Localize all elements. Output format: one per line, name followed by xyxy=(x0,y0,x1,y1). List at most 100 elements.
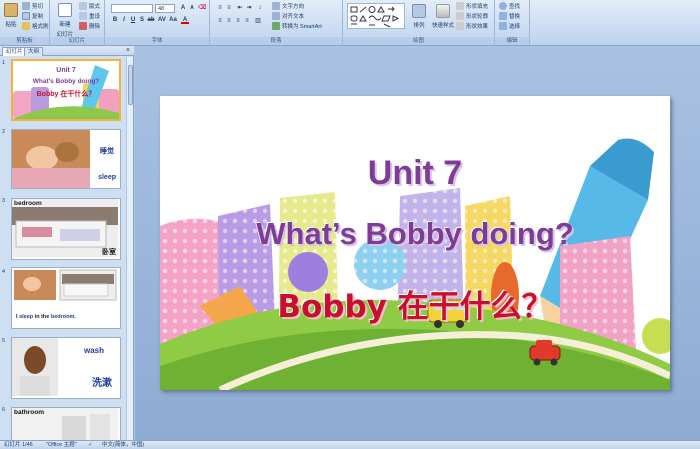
font-name-box[interactable] xyxy=(111,4,153,13)
copy-icon xyxy=(22,12,30,20)
replace-button[interactable]: 替换 xyxy=(499,12,520,20)
align-text-button[interactable]: 对齐文本 xyxy=(272,12,304,20)
paste-icon xyxy=(4,3,18,17)
slide-question[interactable]: What’s Bobby doing? xyxy=(160,216,670,252)
thumb-5-english: wash xyxy=(83,346,104,355)
slide-number: 6 xyxy=(2,407,6,413)
line-spacing-button[interactable]: ↕ xyxy=(256,4,264,12)
slide-number: 2 xyxy=(2,129,6,135)
smartart-button[interactable]: 转换为 SmartArt xyxy=(272,22,322,30)
drawing-group-label: 绘图 xyxy=(343,37,494,45)
font-group-label: 字体 xyxy=(105,37,209,45)
font-size-box[interactable]: 48 xyxy=(155,4,175,13)
shadow-button[interactable]: S xyxy=(138,16,146,24)
thumb-1-title: Unit 7 xyxy=(56,67,76,74)
text-direction-button[interactable]: 文字方向 xyxy=(272,2,304,10)
underline-button[interactable]: U xyxy=(129,16,137,24)
theme-name: "Office 主题" xyxy=(46,442,77,448)
select-icon xyxy=(499,22,507,30)
thumbnail-list: 1 Unit 7 What's Bobby doing? Bobby 在干什么？… xyxy=(0,57,126,440)
find-button[interactable]: 查找 xyxy=(499,2,520,10)
close-icon[interactable]: × xyxy=(126,46,130,56)
spacing-button[interactable]: AV xyxy=(158,16,166,24)
slide-thumb-2[interactable]: 睡觉 sleep xyxy=(11,129,121,189)
spellcheck-icon[interactable]: ✓ xyxy=(88,441,93,449)
align-left-button[interactable]: ≡ xyxy=(216,17,224,25)
editing-group: 查找 替换 选择 编辑 xyxy=(495,0,530,46)
fill-icon xyxy=(456,2,464,10)
slide-canvas: Unit 7 What’s Bobby doing? Bobby 在干什么？ xyxy=(135,46,700,440)
new-slide-icon xyxy=(58,3,72,17)
layout-icon xyxy=(79,2,87,10)
slide-number: 3 xyxy=(2,198,6,204)
thumb-5-chinese: 洗漱 xyxy=(92,378,112,389)
paragraph-group: ≡ ≡ ⇤ ⇥ ↕ ≡ ≡ ≡ ≡ ▥ 文字方向 对齐文本 转换为 SmartA… xyxy=(210,0,343,46)
slide-title[interactable]: Unit 7 xyxy=(160,154,670,193)
tab-outline[interactable]: 大纲 xyxy=(24,47,44,56)
arrange-icon xyxy=(412,4,426,18)
panel-scrollbar[interactable] xyxy=(126,57,133,440)
justify-button[interactable]: ≡ xyxy=(243,17,251,25)
text-direction-icon xyxy=(272,2,280,10)
format-painter-button[interactable]: 格式刷 xyxy=(22,22,49,30)
grow-font-button[interactable]: A xyxy=(179,4,187,12)
slide-number: 4 xyxy=(2,269,6,275)
font-color-button[interactable]: A xyxy=(181,16,189,24)
drawing-group: 排列 快速样式 形状填充 形状轮廓 形状效果 绘图 xyxy=(343,0,495,46)
editing-group-label: 编辑 xyxy=(495,37,529,45)
delete-slide-button[interactable]: 删除 xyxy=(79,22,100,30)
clipboard-group: 粘贴 剪切 复制 格式刷 剪贴板 xyxy=(0,0,50,46)
case-button[interactable]: Aa xyxy=(169,16,177,24)
layout-button[interactable]: 版式 xyxy=(79,2,100,10)
slide-thumb-6[interactable]: bathroom xyxy=(11,407,121,440)
bold-button[interactable]: B xyxy=(111,16,119,24)
thumb-2-chinese: 睡觉 xyxy=(100,148,114,155)
cut-button[interactable]: 剪切 xyxy=(22,2,43,10)
shape-outline-button[interactable]: 形状轮廓 xyxy=(456,12,488,20)
increase-indent-button[interactable]: ⇥ xyxy=(245,4,253,12)
shrink-font-button[interactable]: A xyxy=(188,4,196,12)
align-right-button[interactable]: ≡ xyxy=(234,17,242,25)
sleep-bedroom-photos xyxy=(14,269,117,301)
columns-button[interactable]: ▥ xyxy=(254,17,262,25)
current-slide[interactable]: Unit 7 What’s Bobby doing? Bobby 在干什么？ xyxy=(160,96,670,390)
align-text-icon xyxy=(272,12,280,20)
shape-effects-button[interactable]: 形状效果 xyxy=(456,22,488,30)
quick-styles-button[interactable]: 快速样式 xyxy=(431,4,455,29)
new-slide-button[interactable]: 新建 幻灯片 xyxy=(54,3,76,38)
reset-icon xyxy=(79,12,87,20)
reset-button[interactable]: 重设 xyxy=(79,12,100,20)
slide-thumb-1[interactable]: Unit 7 What's Bobby doing? Bobby 在干什么？ xyxy=(11,59,121,121)
scrollbar-thumb[interactable] xyxy=(128,65,133,105)
paragraph-group-label: 段落 xyxy=(210,37,342,45)
effects-icon xyxy=(456,22,464,30)
italic-button[interactable]: I xyxy=(120,16,128,24)
find-icon xyxy=(499,2,507,10)
replace-icon xyxy=(499,12,507,20)
thumb-2-english: sleep xyxy=(98,174,116,181)
washing-man-photo xyxy=(12,338,58,396)
paste-button[interactable]: 粘贴 xyxy=(3,3,19,28)
copy-button[interactable]: 复制 xyxy=(22,12,43,20)
bullets-button[interactable]: ≡ xyxy=(216,4,224,12)
arrange-button[interactable]: 排列 xyxy=(410,4,428,29)
slide-chinese-question[interactable]: Bobby 在干什么？ xyxy=(160,281,670,326)
slide-thumb-5[interactable]: wash 洗漱 xyxy=(11,337,121,399)
shapes-gallery[interactable] xyxy=(347,3,405,29)
align-center-button[interactable]: ≡ xyxy=(225,17,233,25)
clear-format-button[interactable]: ⌫ xyxy=(198,4,206,12)
thumb-6-english: bathroom xyxy=(14,409,44,416)
slide-number: 5 xyxy=(2,338,6,344)
strikethrough-button[interactable]: ab xyxy=(147,16,155,24)
select-button[interactable]: 选择 xyxy=(499,22,520,30)
language-indicator[interactable]: 中文(简体，中国) xyxy=(102,441,144,449)
clipboard-group-label: 剪贴板 xyxy=(0,37,49,45)
tab-slides[interactable]: 幻灯片 xyxy=(2,47,27,56)
slides-group-label: 幻灯片 xyxy=(50,37,104,45)
decrease-indent-button[interactable]: ⇤ xyxy=(236,4,244,12)
slide-thumb-3[interactable]: bedroom 卧室 xyxy=(11,198,121,260)
slide-number: 1 xyxy=(2,60,6,66)
shape-fill-button[interactable]: 形状填充 xyxy=(456,2,488,10)
slide-thumb-4[interactable]: I sleep in the bedroom. xyxy=(11,267,121,329)
numbering-button[interactable]: ≡ xyxy=(225,4,233,12)
